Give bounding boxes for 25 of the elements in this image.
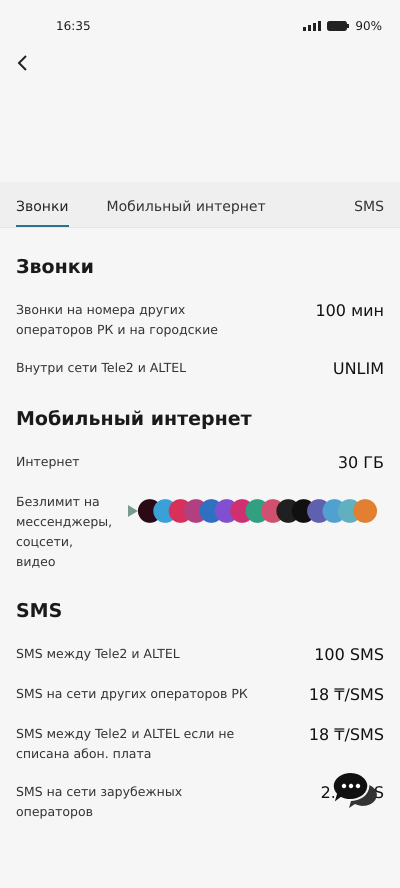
- row-label: Внутри сети Tele2 и ALTEL: [16, 359, 186, 377]
- row-value: 100 мин: [315, 300, 384, 322]
- row-label: SMS между Tele2 и ALTEL: [16, 645, 180, 663]
- row-value: 30 ГБ: [338, 452, 384, 474]
- row-label: SMS между Tele2 и ALTEL если не списана абон. плата: [16, 725, 236, 763]
- row-label: Безлимит на мессенджеры, соцсети, видео: [16, 493, 114, 571]
- signal-icon: [303, 21, 322, 31]
- status-time: 16:35: [56, 19, 92, 33]
- battery-icon: [327, 21, 350, 31]
- row-label: SMS на сети других операторов РК: [16, 685, 248, 703]
- row-label: Интернет: [16, 453, 80, 471]
- section-heading: SMS: [16, 600, 64, 622]
- section-heading: Звонки: [16, 256, 95, 278]
- battery-level: 90%: [355, 19, 382, 33]
- row-label: SMS на сети зарубежных операторов: [16, 783, 184, 821]
- row-value: 2.: [320, 782, 336, 804]
- row-value: 18 ₸/SMS: [308, 684, 384, 706]
- tab[interactable]: Мобильный интернет: [106, 199, 266, 227]
- row-label: Звонки на номера других операторов РК и на городские: [16, 301, 219, 339]
- section-heading: Мобильный интернет: [16, 408, 253, 430]
- row-value: 100 SMS: [314, 644, 384, 666]
- row-value: 18 ₸/SMS: [308, 724, 384, 746]
- tab[interactable]: Звонки: [16, 199, 68, 227]
- row-value: UNLIM: [332, 358, 384, 380]
- tab[interactable]: SMS: [354, 199, 384, 227]
